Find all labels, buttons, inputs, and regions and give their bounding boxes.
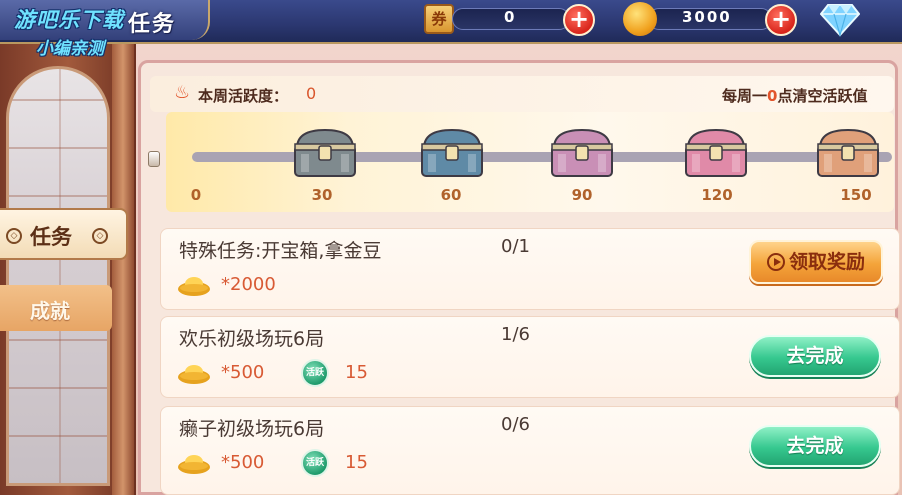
- reward-gold: *500: [221, 362, 265, 383]
- milestone-label: 150: [840, 186, 872, 204]
- task-progress: 0/6: [501, 414, 530, 435]
- activity-progress-area: [166, 112, 894, 212]
- reward-gold: *2000: [221, 274, 276, 295]
- treasure-chest-icon[interactable]: [682, 124, 750, 180]
- reward-activity-points: 15: [345, 362, 368, 383]
- activity-value: 0: [306, 84, 317, 103]
- activity-point-icon: 活跃: [301, 449, 329, 477]
- milestone-label: 120: [701, 186, 733, 204]
- task-progress: 0/1: [501, 236, 530, 257]
- task-row: 癞子初级场玩6局 0/6 *500 活跃 15 去完成: [160, 406, 900, 495]
- watermark-line1: 游吧乐下载: [14, 8, 124, 32]
- reset-note: 每周一0点清空活跃值: [722, 87, 868, 105]
- diamond-icon[interactable]: [820, 1, 860, 37]
- left-window-decoration: [6, 66, 110, 486]
- task-name: 癞子初级场玩6局: [179, 418, 325, 440]
- task-name: 欢乐初级场玩6局: [179, 328, 325, 350]
- treasure-chest-icon[interactable]: [418, 124, 486, 180]
- gold-bean-icon: [623, 2, 657, 36]
- gold-ingot-icon: [178, 455, 210, 474]
- tab-task-label: 任务: [30, 225, 72, 249]
- tab-achievement[interactable]: 成就: [0, 285, 112, 331]
- progress-knob: [148, 151, 160, 167]
- activity-point-icon: 活跃: [301, 359, 329, 387]
- go-complete-button[interactable]: 去完成: [749, 335, 881, 377]
- treasure-chest-icon[interactable]: [814, 124, 882, 180]
- left-rail: [112, 44, 134, 495]
- claim-reward-button[interactable]: 领取奖励: [749, 240, 883, 284]
- reward-activity-points: 15: [345, 452, 368, 473]
- bean-balance: 3000: [682, 8, 732, 26]
- add-bean-button[interactable]: +: [765, 4, 797, 36]
- tab-task[interactable]: ◇ 任务 ◇: [0, 208, 128, 260]
- milestone-label: 90: [571, 186, 593, 204]
- treasure-chest-icon[interactable]: [291, 124, 359, 180]
- gold-ingot-icon: [178, 277, 210, 296]
- diamond-ornament-icon: ◇: [92, 228, 108, 244]
- task-row: 特殊任务:开宝箱,拿金豆 0/1 *2000 领取奖励: [160, 228, 900, 310]
- treasure-chest-icon[interactable]: [548, 124, 616, 180]
- milestone-label: 30: [311, 186, 333, 204]
- task-row: 欢乐初级场玩6局 1/6 *500 活跃 15 去完成: [160, 316, 900, 398]
- play-icon: [766, 253, 785, 271]
- tab-achievement-label: 成就: [30, 299, 70, 323]
- watermark-line2: 小编亲测: [36, 39, 104, 59]
- diamond-ornament-icon: ◇: [6, 228, 22, 244]
- task-name: 特殊任务:开宝箱,拿金豆: [179, 240, 382, 262]
- flame-icon: ♨: [174, 82, 191, 103]
- coupon-balance: 0: [504, 8, 517, 26]
- activity-label: 本周活跃度：: [198, 87, 289, 105]
- milestone-label: 60: [440, 186, 462, 204]
- go-complete-button[interactable]: 去完成: [749, 425, 881, 467]
- watermark-logo: 游吧乐下载 小编亲测: [14, 4, 124, 59]
- add-coupon-button[interactable]: +: [563, 4, 595, 36]
- page-title: 任务: [128, 12, 177, 37]
- task-progress: 1/6: [501, 324, 530, 345]
- reward-gold: *500: [221, 452, 265, 473]
- coupon-icon: 券: [424, 4, 454, 34]
- milestone-label: 0: [190, 186, 202, 204]
- gold-ingot-icon: [178, 365, 210, 384]
